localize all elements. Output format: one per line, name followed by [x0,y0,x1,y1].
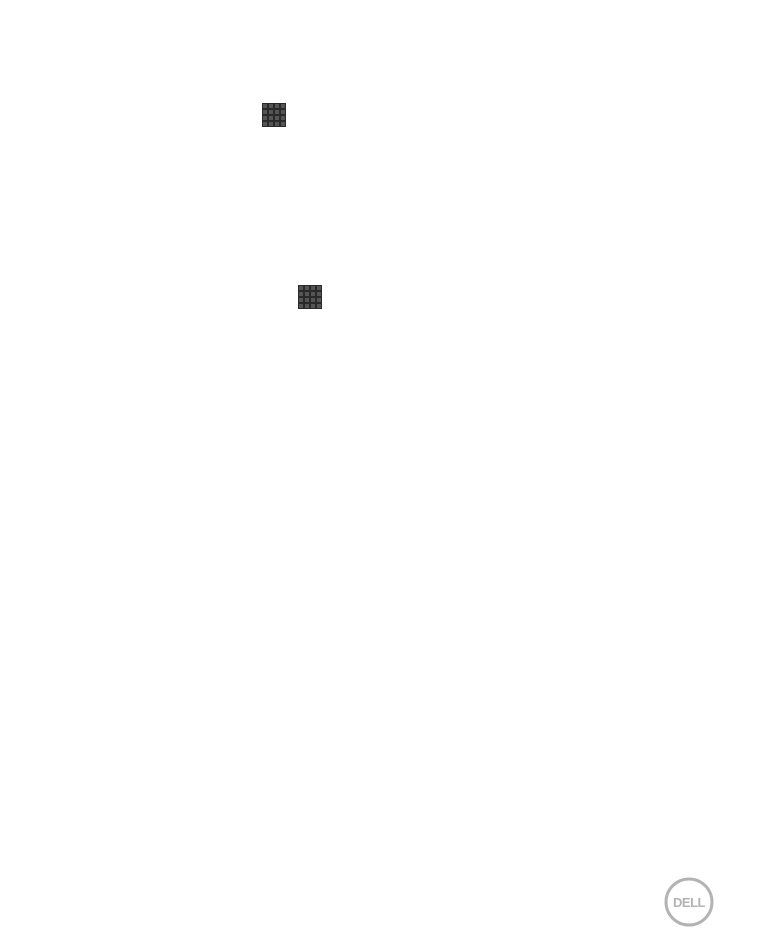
svg-text:DELL: DELL [673,895,706,910]
dell-logo: DELL [664,877,714,927]
apps-grid-icon [298,285,322,309]
document-page: DELL [0,0,765,936]
apps-grid-icon [262,103,286,127]
